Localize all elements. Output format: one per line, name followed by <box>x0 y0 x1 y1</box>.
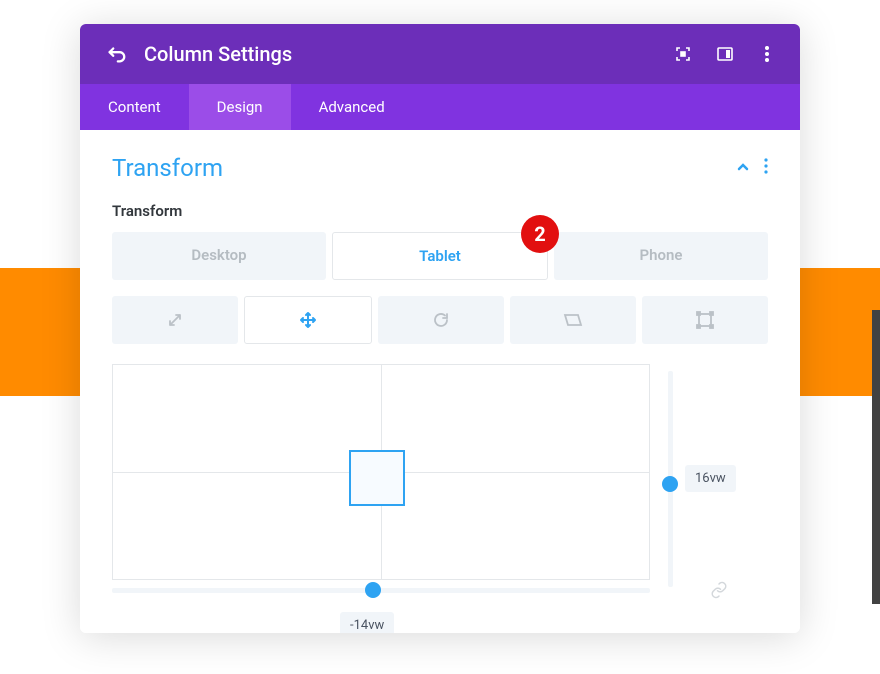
modal-header: Column Settings Content Design Advanced <box>80 24 800 130</box>
tab-advanced[interactable]: Advanced <box>291 84 413 130</box>
device-tab-phone[interactable]: Phone <box>554 232 768 280</box>
settings-modal: Column Settings Content Design Advanced … <box>80 24 800 633</box>
vertical-slider-column: 16vw <box>668 364 736 593</box>
horizontal-value[interactable]: -14vw <box>340 612 394 633</box>
vertical-value[interactable]: 16vw <box>685 465 736 492</box>
vertical-slider[interactable] <box>668 371 673 587</box>
tool-scale[interactable] <box>112 296 238 344</box>
main-tabs: Content Design Advanced <box>80 84 800 130</box>
modal-title: Column Settings <box>144 42 674 66</box>
header-actions <box>674 45 776 63</box>
step-badge: 2 <box>521 215 559 253</box>
tab-design[interactable]: Design <box>189 84 291 130</box>
collapse-icon[interactable] <box>736 159 750 178</box>
layout-icon[interactable] <box>716 45 734 63</box>
transform-tools <box>112 296 768 344</box>
tool-translate[interactable] <box>244 296 372 344</box>
device-tab-desktop[interactable]: Desktop <box>112 232 326 280</box>
section-actions <box>736 158 768 178</box>
focus-icon[interactable] <box>674 45 692 63</box>
transform-label: Transform <box>112 202 768 220</box>
transform-object[interactable] <box>349 450 405 506</box>
device-tab-tablet-label: Tablet <box>419 247 461 265</box>
section-title: Transform <box>112 154 223 182</box>
device-tabs: Desktop Tablet 2 Phone <box>112 232 768 280</box>
modal-title-row: Column Settings <box>80 24 800 84</box>
tab-content[interactable]: Content <box>80 84 189 130</box>
modal-body: Transform Transform Desktop Tablet 2 Pho… <box>80 130 800 633</box>
device-tab-tablet[interactable]: Tablet 2 <box>332 232 548 280</box>
link-values-icon[interactable] <box>710 581 728 603</box>
section-more-icon[interactable] <box>764 158 768 178</box>
back-icon[interactable] <box>104 42 128 66</box>
horizontal-slider-handle[interactable] <box>365 582 381 598</box>
tool-skew[interactable] <box>510 296 636 344</box>
transform-canvas[interactable] <box>112 364 650 580</box>
tool-origin[interactable] <box>642 296 768 344</box>
more-icon[interactable] <box>758 45 776 63</box>
tool-rotate[interactable] <box>378 296 504 344</box>
transform-area: -14vw 16vw <box>112 364 768 593</box>
page-dark-edge <box>872 310 880 604</box>
horizontal-slider[interactable] <box>112 588 650 593</box>
canvas-wrap: -14vw <box>112 364 650 593</box>
vertical-slider-handle[interactable] <box>662 476 678 492</box>
section-header: Transform <box>112 154 768 182</box>
